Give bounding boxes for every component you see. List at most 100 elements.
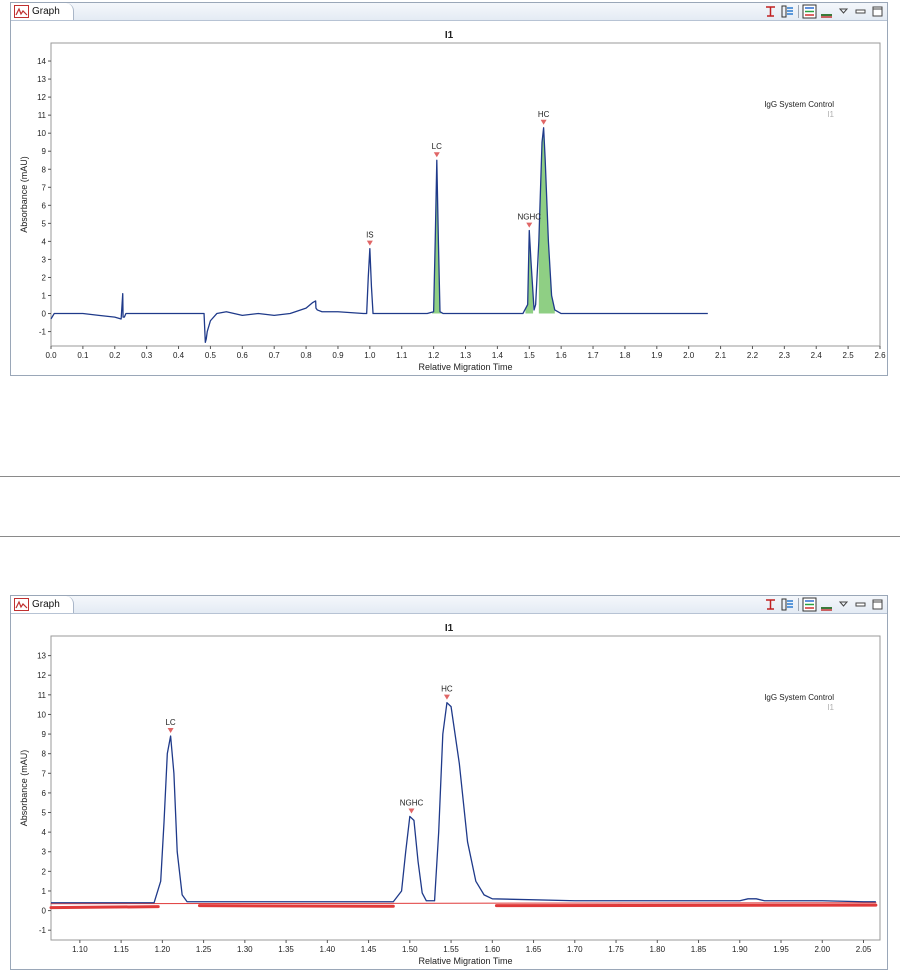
y-tick-label: 4	[42, 828, 47, 837]
x-tick-label: 1.7	[587, 351, 599, 360]
y-tick-label: -1	[39, 926, 47, 935]
x-axis-label: Relative Migration Time	[418, 362, 512, 372]
x-tick-label: 0.8	[301, 351, 313, 360]
x-tick-label: 1.4	[492, 351, 504, 360]
pin-icon[interactable]	[763, 4, 778, 19]
legend-entry: I1	[827, 110, 834, 119]
y-tick-label: 0	[42, 310, 47, 319]
peak-label: HC	[538, 110, 550, 119]
baseline-segment	[49, 905, 160, 910]
x-tick-label: 2.6	[874, 351, 886, 360]
maximize-icon[interactable]	[870, 4, 885, 19]
legend-icon[interactable]	[802, 4, 817, 19]
pin-icon[interactable]	[763, 597, 778, 612]
x-tick-label: 2.4	[811, 351, 823, 360]
chart-title: I1	[445, 30, 454, 41]
peak-label: NGHC	[400, 798, 424, 807]
x-tick-label: 1.5	[524, 351, 536, 360]
tab-label: Graph	[32, 599, 60, 610]
x-tick-label: 2.5	[843, 351, 855, 360]
x-tick-label: 1.2	[428, 351, 440, 360]
peak-label: IS	[366, 231, 374, 240]
x-tick-label: 0.9	[332, 351, 344, 360]
graph-tab[interactable]: Graph	[11, 596, 74, 613]
toolbar-separator	[798, 598, 799, 611]
y-tick-label: -1	[39, 328, 47, 337]
x-tick-label: 1.65	[526, 945, 542, 954]
electropherogram-chart: I1-1012345678910111213140.0 0.1 0.2 0.3 0.4 0…	[19, 30, 886, 372]
y-tick-label: 1	[42, 292, 47, 301]
y-tick-label: 2	[42, 273, 47, 282]
view-tab-bar: Graph	[11, 3, 887, 21]
view-menu-icon[interactable]	[836, 597, 851, 612]
y-tick-label: 6	[42, 201, 47, 210]
y-tick-label: 7	[42, 769, 47, 778]
y-tick-label: 6	[42, 789, 47, 798]
grid-settings-icon[interactable]	[780, 597, 795, 612]
y-axis-label: Absorbance (mAU)	[19, 750, 29, 827]
peak-label: HC	[441, 685, 453, 694]
maximize-icon[interactable]	[870, 597, 885, 612]
y-tick-label: 2	[42, 867, 47, 876]
x-tick-label: 1.9	[651, 351, 663, 360]
y-axis-label: Absorbance (mAU)	[19, 156, 29, 233]
color-bar-icon[interactable]	[819, 597, 834, 612]
x-tick-label: 1.85	[691, 945, 707, 954]
x-tick-label: 1.15	[113, 945, 129, 954]
y-tick-label: 10	[37, 710, 46, 719]
x-tick-label: 1.75	[608, 945, 624, 954]
legend-icon[interactable]	[802, 597, 817, 612]
y-tick-label: 0	[42, 907, 47, 916]
x-tick-label: 0.6	[237, 351, 249, 360]
x-tick-label: 2.00	[814, 945, 830, 954]
x-tick-label: 1.30	[237, 945, 253, 954]
graph-view-icon	[14, 598, 29, 611]
y-tick-label: 12	[37, 93, 46, 102]
x-tick-label: 2.3	[779, 351, 791, 360]
view-toolbar	[763, 4, 885, 19]
x-tick-label: 1.6	[556, 351, 568, 360]
graph-panel: Graph I1 -1 0 1 2 3 4 5 6 7 8 9 10 11 12 13 1.10 1.15 1.20…	[10, 595, 888, 970]
graph-tab[interactable]: Graph	[11, 3, 74, 20]
x-tick-label: 1.50	[402, 945, 418, 954]
x-tick-label: 1.55	[443, 945, 459, 954]
y-tick-label: 3	[42, 848, 47, 857]
minimize-icon[interactable]	[853, 4, 868, 19]
tab-label: Graph	[32, 6, 60, 17]
x-tick-label: 1.25	[196, 945, 212, 954]
graph-view-icon	[14, 5, 29, 18]
legend-entry: I1	[827, 703, 834, 712]
legend-title: IgG System Control	[764, 100, 834, 109]
y-tick-label: 1	[42, 887, 47, 896]
y-tick-label: 11	[38, 111, 47, 120]
x-tick-label: 0.0	[45, 351, 57, 360]
color-bar-icon[interactable]	[819, 4, 834, 19]
x-axis-label: Relative Migration Time	[418, 956, 512, 966]
chart-title: I1	[445, 623, 454, 634]
graph-panel: Graph I1 -1 0 1 2 3 4 5 6 7 8 9 10 11 12 13 14 0.0 0.1 0.2 0…	[10, 2, 888, 376]
y-tick-label: 3	[42, 255, 47, 264]
peak-label: LC	[165, 718, 175, 727]
baseline-segment	[494, 903, 878, 908]
x-tick-label: 1.45	[361, 945, 377, 954]
x-tick-label: 1.40	[320, 945, 336, 954]
y-tick-label: 9	[42, 730, 47, 739]
y-tick-label: 8	[42, 750, 47, 759]
x-tick-label: 0.1	[77, 351, 89, 360]
y-tick-label: 4	[42, 237, 47, 246]
x-tick-label: 1.8	[619, 351, 631, 360]
x-tick-label: 1.20	[155, 945, 171, 954]
x-tick-label: 0.5	[205, 351, 217, 360]
x-tick-label: 1.35	[278, 945, 294, 954]
x-tick-label: 0.2	[109, 351, 121, 360]
grid-settings-icon[interactable]	[780, 4, 795, 19]
view-menu-icon[interactable]	[836, 4, 851, 19]
y-tick-label: 10	[37, 129, 46, 138]
y-tick-label: 8	[42, 165, 47, 174]
x-tick-label: 1.90	[732, 945, 748, 954]
x-tick-label: 0.3	[141, 351, 153, 360]
x-tick-label: 1.0	[364, 351, 376, 360]
minimize-icon[interactable]	[853, 597, 868, 612]
x-tick-label: 1.95	[773, 945, 789, 954]
x-tick-label: 2.1	[715, 351, 727, 360]
